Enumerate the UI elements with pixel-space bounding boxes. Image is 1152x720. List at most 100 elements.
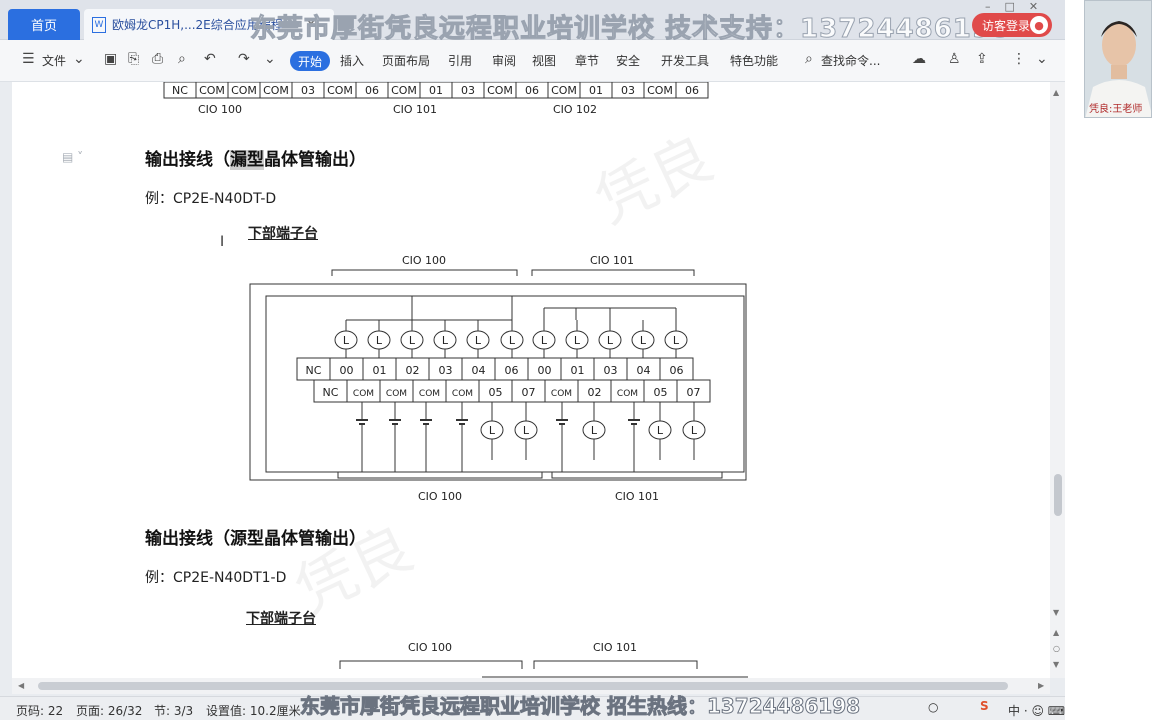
diag-cio-top-100: CIO 100 xyxy=(402,254,446,267)
brace2-top-cio100 xyxy=(339,660,523,669)
vertical-scrollbar[interactable]: ▲ ▼ ▲ ○ ▼ xyxy=(1050,82,1065,678)
scroll-up-icon[interactable]: ▲ xyxy=(1053,88,1059,97)
top-terminal-label: COM xyxy=(263,84,289,97)
format-painter-icon[interactable]: ⎘ xyxy=(128,51,139,67)
document-page[interactable]: 凭良 凭良 NC COM COM COM 03 COM 06 COM 01 03 COM 06 COM 0… xyxy=(12,82,1050,678)
load-label: L xyxy=(640,334,647,347)
horizontal-scroll-thumb[interactable] xyxy=(38,682,1008,690)
zoom-slider-handle-icon[interactable]: ○ xyxy=(928,700,938,714)
undo-icon[interactable]: ↶ xyxy=(204,51,216,67)
top-terminal-label: COM xyxy=(647,84,673,97)
customize-icon[interactable]: ⌄ xyxy=(264,51,276,67)
upper-terminal-label: 04 xyxy=(472,364,486,377)
more-icon[interactable]: ⋮ xyxy=(1012,51,1026,67)
paragraph-handle-icon[interactable]: ▤ ˅ xyxy=(62,150,83,164)
load-label: L xyxy=(591,424,598,437)
tab-insert[interactable]: 插入 xyxy=(340,52,364,69)
redo-icon[interactable]: ↷ xyxy=(238,51,250,67)
status-page[interactable]: 页面: 26/32 xyxy=(76,702,142,719)
print-icon[interactable]: ⎙ xyxy=(152,51,163,67)
tab-references[interactable]: 引用 xyxy=(448,52,472,69)
file-menu[interactable]: 文件 xyxy=(42,52,66,69)
section1-heading-pre: 输出接线（ xyxy=(145,150,230,170)
save-icon[interactable]: ▣ xyxy=(104,51,117,67)
load-label: L xyxy=(657,424,664,437)
top-terminal-label: 03 xyxy=(301,84,315,97)
scroll-thumb[interactable] xyxy=(1054,474,1062,516)
tab-page-layout[interactable]: 页面布局 xyxy=(382,52,430,69)
prev-page-icon[interactable]: ▲ xyxy=(1053,628,1059,637)
section1-heading: 输出接线（漏型晶体管输出） xyxy=(145,145,366,170)
load-label: L xyxy=(523,424,530,437)
ribbon-toolbar: ☰ 文件 ⌄ ▣ ⎘ ⎙ ⌕ ↶ ↷ ⌄ 开始 插入 页面布局 引用 审阅 视图… xyxy=(0,40,1065,82)
lower-terminal-label: COM xyxy=(452,389,473,399)
tab-special[interactable]: 特色功能 xyxy=(730,52,778,69)
tab-view[interactable]: 视图 xyxy=(532,52,556,69)
ime-logo-icon: S xyxy=(980,699,989,713)
section2-example: 例：CP2E-N40DT1-D xyxy=(145,570,287,586)
next-page-icon[interactable]: ▼ xyxy=(1053,660,1059,669)
command-search[interactable]: 查找命令... xyxy=(821,52,880,69)
lower-terminal-label: COM xyxy=(551,389,572,399)
tab-home[interactable]: 首页 xyxy=(8,9,80,40)
hamburger-icon[interactable]: ☰ xyxy=(22,51,35,67)
avatar-icon: ● xyxy=(1030,16,1048,34)
diag-cio-bottom-100: CIO 100 xyxy=(418,490,462,503)
tab-security[interactable]: 安全 xyxy=(616,52,640,69)
upper-terminal-label: 01 xyxy=(571,364,585,377)
top-cio-label: CIO 101 xyxy=(393,103,437,116)
upper-terminal-label: 01 xyxy=(373,364,387,377)
select-browse-icon[interactable]: ○ xyxy=(1053,644,1060,653)
tab-review[interactable]: 审阅 xyxy=(492,52,516,69)
page-watermark-1: 凭良 xyxy=(585,123,724,238)
diag2-cio-top-101: CIO 101 xyxy=(593,641,637,654)
brace2-top-cio101 xyxy=(533,660,698,669)
tab-developer[interactable]: 开发工具 xyxy=(661,52,709,69)
load-label: L xyxy=(343,334,350,347)
lower-terminal-label: COM xyxy=(617,389,638,399)
print-preview-icon[interactable]: ⌕ xyxy=(178,51,186,67)
section1-heading-highlight: 漏型 xyxy=(230,150,264,170)
status-page-code: 页码: 22 xyxy=(16,704,64,718)
top-terminal-label: 01 xyxy=(429,84,443,97)
load-label: L xyxy=(607,334,614,347)
top-terminal-label: COM xyxy=(551,84,577,97)
load-label: L xyxy=(541,334,548,347)
share-icon[interactable]: ⇪ xyxy=(976,51,988,67)
top-terminal-label: COM xyxy=(199,84,225,97)
tab-start[interactable]: 开始 xyxy=(290,51,330,71)
load-label: L xyxy=(691,424,698,437)
section2-diagram-title: 下部端子台 xyxy=(246,611,316,627)
search-icon: ⌕ xyxy=(805,51,813,67)
top-terminal-label: NC xyxy=(172,84,188,97)
load-label: L xyxy=(475,334,482,347)
diag-cio-top-101: CIO 101 xyxy=(590,254,634,267)
upper-terminal-label: 06 xyxy=(670,364,684,377)
collaborate-icon[interactable]: ♙ xyxy=(948,51,961,67)
cloud-icon[interactable]: ☁ xyxy=(912,51,926,67)
scroll-left-icon[interactable]: ◀ xyxy=(18,681,24,690)
window-controls[interactable]: –□✕ xyxy=(985,0,1052,13)
top-terminal-label: 06 xyxy=(365,84,379,97)
chevron-down-icon[interactable]: ⌄ xyxy=(73,51,85,67)
load-label: L xyxy=(442,334,449,347)
brace-top-cio101 xyxy=(531,269,695,276)
section1-diagram-title: 下部端子台 xyxy=(248,226,318,242)
load-label: L xyxy=(489,424,496,437)
upper-terminal-label: NC xyxy=(306,364,322,377)
collapse-ribbon-icon[interactable]: ⌄ xyxy=(1036,51,1048,67)
lower-terminal-label: 05 xyxy=(654,386,668,399)
top-cio-label: CIO 102 xyxy=(553,103,597,116)
upper-terminal-label: 06 xyxy=(505,364,519,377)
left-gutter xyxy=(0,82,12,678)
lower-terminal-label: 07 xyxy=(522,386,536,399)
section2-heading: 输出接线（源型晶体管输出） xyxy=(145,529,366,549)
top-terminal-strip: NC COM COM COM 03 COM 06 COM 01 03 COM 06 COM 01 03 COM… xyxy=(163,82,709,116)
scroll-down-icon[interactable]: ▼ xyxy=(1053,608,1059,617)
bottom-watermark: 东莞市厚街凭良远程职业培训学校 招生热线：13724486198 xyxy=(299,694,861,719)
diag2-cio-top-100: CIO 100 xyxy=(408,641,452,654)
guest-login-button[interactable]: 访客登录 ● xyxy=(972,13,1052,37)
webcam-caption: 凭良:王老师 xyxy=(1089,104,1143,115)
scroll-right-icon[interactable]: ▶ xyxy=(1038,681,1044,690)
tab-chapter[interactable]: 章节 xyxy=(575,52,599,69)
